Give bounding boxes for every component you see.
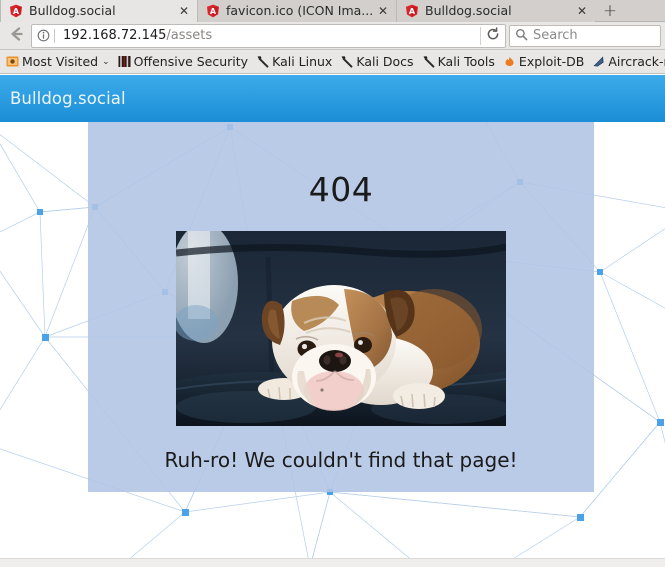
kali-axe-icon: [340, 55, 353, 68]
page-viewport: Bulldog.social 404 Ruh-ro! We couldn't f…: [0, 75, 665, 567]
browser-window: A Bulldog.social ✕ A favicon.ico (ICON I…: [0, 0, 665, 567]
bookmark-kali-docs[interactable]: Kali Docs: [336, 52, 417, 72]
bookmark-offensive-security[interactable]: Offensive Security: [114, 52, 252, 72]
svg-text:A: A: [409, 7, 416, 16]
bookmark-label: Exploit-DB: [518, 54, 585, 69]
bookmark-label: Kali Docs: [356, 54, 414, 69]
address-path: /assets: [166, 28, 213, 43]
browser-status-bar: [0, 558, 665, 567]
new-tab-button[interactable]: +: [595, 0, 625, 22]
bookmark-kali-linux[interactable]: Kali Linux: [252, 52, 336, 72]
aircrack-ng-icon: [592, 55, 605, 68]
bookmark-exploit-db[interactable]: Exploit-DB: [499, 52, 588, 72]
back-arrow-icon: [8, 25, 26, 47]
tab-title: favicon.ico (ICON Ima...: [226, 4, 372, 18]
search-icon: [515, 26, 528, 45]
angular-shield-icon: A: [9, 4, 23, 18]
search-bar[interactable]: Search: [509, 24, 661, 47]
bookmark-label: Aircrack-ng: [608, 54, 665, 69]
tab-title: Bulldog.social: [29, 4, 116, 18]
bookmark-label: Most Visited: [22, 54, 99, 69]
kali-axe-icon: [256, 55, 269, 68]
site-brand[interactable]: Bulldog.social: [10, 89, 126, 108]
back-button[interactable]: [4, 24, 30, 48]
bookmark-label: Offensive Security: [133, 54, 249, 69]
bookmarks-bar: Most Visited ⌄ Offensive Security Kali L…: [0, 50, 665, 74]
tab-favicon-ico[interactable]: A favicon.ico (ICON Ima... ✕: [197, 0, 396, 22]
navigation-toolbar: 192.168.72.145/assets Search: [0, 22, 665, 50]
bulldog-puppy-photo: [176, 231, 506, 426]
angular-shield-icon: A: [405, 4, 419, 18]
tab-strip: A Bulldog.social ✕ A favicon.ico (ICON I…: [0, 0, 665, 22]
page-body: 404 Ruh-ro! We couldn't find that page!: [0, 122, 665, 567]
tab-close-button[interactable]: ✕: [575, 4, 589, 18]
kali-axe-icon: [422, 55, 435, 68]
search-input-placeholder[interactable]: Search: [533, 28, 578, 43]
reload-icon: [486, 26, 500, 45]
tab-title: Bulldog.social: [425, 4, 512, 18]
bookmark-kali-tools[interactable]: Kali Tools: [418, 52, 499, 72]
error-code: 404: [308, 170, 374, 209]
bookmark-label: Kali Tools: [437, 54, 495, 69]
address-bar[interactable]: 192.168.72.145/assets: [31, 23, 506, 48]
bookmark-aircrack-ng[interactable]: Aircrack-ng: [588, 52, 665, 72]
error-message: Ruh-ro! We couldn't find that page!: [164, 448, 518, 472]
reload-button[interactable]: [480, 26, 505, 45]
exploitdb-flame-icon: [503, 55, 516, 68]
tab-bulldog-social-1[interactable]: A Bulldog.social ✕: [0, 0, 197, 22]
most-visited-icon: [6, 55, 19, 68]
svg-text:A: A: [13, 7, 20, 16]
address-bar-text[interactable]: 192.168.72.145/assets: [55, 28, 480, 43]
tab-close-button[interactable]: ✕: [376, 4, 390, 18]
tab-close-button[interactable]: ✕: [177, 4, 191, 18]
page-info-icon[interactable]: [32, 29, 54, 42]
bookmark-most-visited[interactable]: Most Visited ⌄: [2, 52, 114, 72]
site-header: Bulldog.social: [0, 75, 665, 122]
svg-text:A: A: [210, 7, 217, 16]
angular-shield-icon: A: [206, 4, 220, 18]
error-content-card: 404 Ruh-ro! We couldn't find that page!: [88, 122, 594, 492]
chevron-down-icon[interactable]: ⌄: [102, 57, 110, 67]
address-host: 192.168.72.145: [63, 28, 167, 43]
bookmark-label: Kali Linux: [272, 54, 333, 69]
offensive-security-icon: [118, 55, 131, 68]
tab-bulldog-social-2[interactable]: A Bulldog.social ✕: [396, 0, 595, 22]
